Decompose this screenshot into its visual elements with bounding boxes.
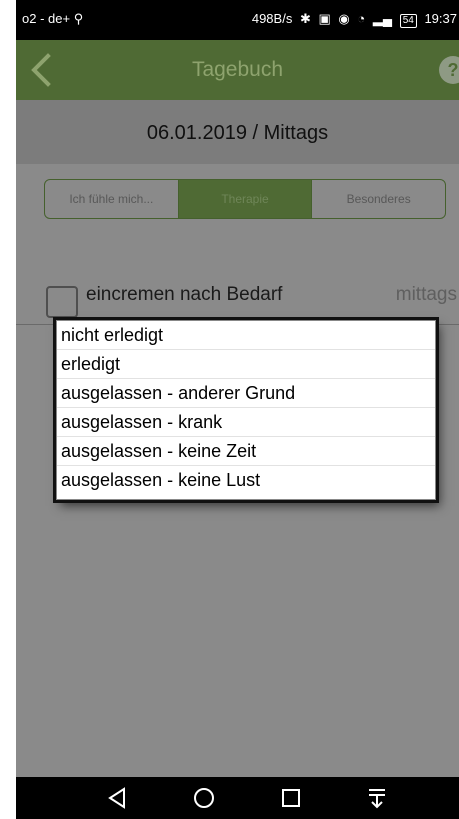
tab-therapie[interactable]: Therapie xyxy=(177,180,312,218)
nav-home-button[interactable] xyxy=(191,785,217,811)
date-title: 06.01.2019 / Mittags xyxy=(146,122,329,144)
option-anderer-grund[interactable]: ausgelassen - anderer Grund xyxy=(57,379,435,408)
option-erledigt[interactable]: erledigt xyxy=(57,350,435,379)
square-recents-icon xyxy=(282,789,300,807)
app-title: Tagebuch xyxy=(191,58,284,81)
triangle-back-icon xyxy=(108,787,125,809)
eye-icon: ◉ xyxy=(338,11,350,26)
battery-icon: 54 xyxy=(399,14,417,28)
nfc-icon: ▣ xyxy=(318,11,331,26)
network-speed: 498B/s xyxy=(251,11,293,26)
option-krank[interactable]: ausgelassen - krank xyxy=(57,408,435,437)
search-icon: ⚲ xyxy=(73,11,84,26)
tab-bar: Ich fühle mich... Therapie Besonderes xyxy=(44,179,446,219)
nav-back-button[interactable] xyxy=(104,785,130,811)
option-keine-zeit[interactable]: ausgelassen - keine Zeit xyxy=(57,437,435,466)
nav-recents-button[interactable] xyxy=(278,785,304,811)
option-keine-lust[interactable]: ausgelassen - keine Lust xyxy=(57,466,435,494)
app-bar: Tagebuch ? xyxy=(16,40,459,100)
carrier-label: o2 - de+ xyxy=(22,11,71,26)
therapy-item-label: eincremen nach Bedarf xyxy=(86,284,283,305)
bluetooth-icon: ✱ xyxy=(299,11,311,26)
phone-screen: o2 - de+ ⚲ 498B/s ✱ ▣ ◉ ◔ ▂▄ 54 19:37 Ta… xyxy=(16,0,459,819)
help-button[interactable]: ? xyxy=(439,56,459,84)
nav-notifications-button[interactable] xyxy=(364,785,390,811)
system-nav-bar xyxy=(16,777,459,819)
tab-ich-fuehle-mich[interactable]: Ich fühle mich... xyxy=(45,180,178,218)
option-nicht-erledigt[interactable]: nicht erledigt xyxy=(57,321,435,350)
circle-home-icon xyxy=(194,788,214,808)
clock: 19:37 xyxy=(424,11,457,26)
status-left: o2 - de+ ⚲ xyxy=(22,11,83,27)
signal-icon: ▂▄ xyxy=(372,11,393,26)
therapy-item-checkbox[interactable] xyxy=(46,286,78,318)
therapy-item-time: mittags xyxy=(395,284,457,305)
status-bar: o2 - de+ ⚲ 498B/s ✱ ▣ ◉ ◔ ▂▄ 54 19:37 xyxy=(16,0,459,40)
date-header: 06.01.2019 / Mittags xyxy=(16,100,459,164)
tab-besonderes[interactable]: Besonderes xyxy=(311,180,445,218)
status-dropdown-list: nicht erledigt erledigt ausgelassen - an… xyxy=(56,320,436,500)
status-right: 498B/s ✱ ▣ ◉ ◔ ▂▄ 54 19:37 xyxy=(248,11,457,28)
pull-down-icon xyxy=(369,789,385,809)
wifi-icon: ◔ xyxy=(357,11,366,26)
